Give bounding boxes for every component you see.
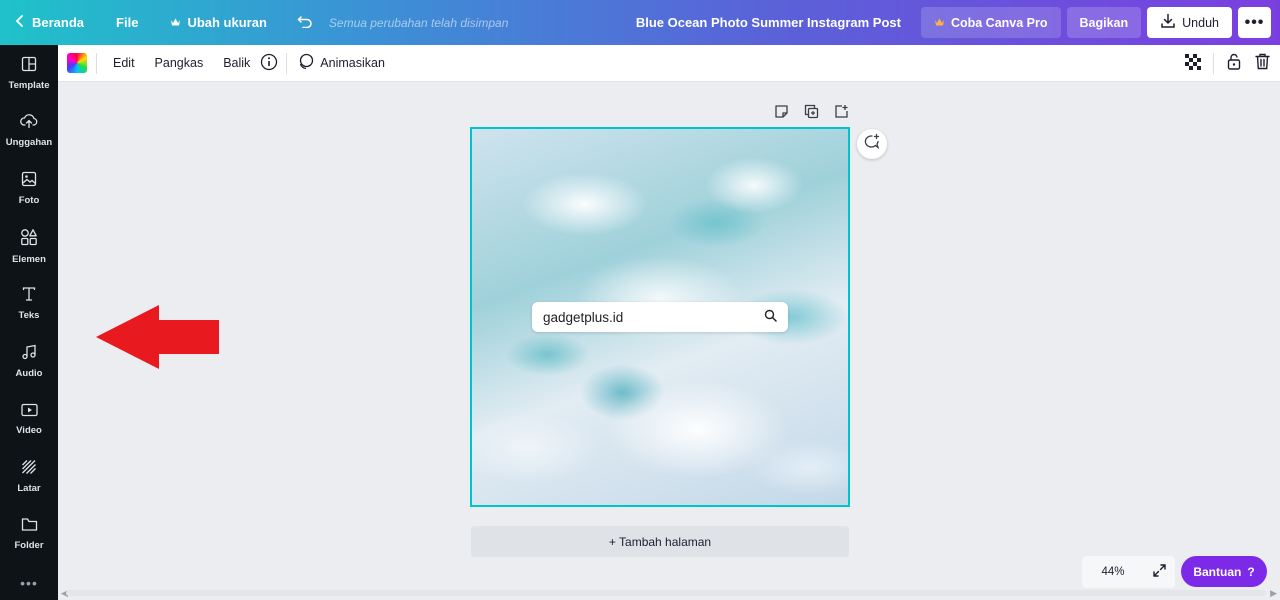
animate-icon [297,53,314,73]
sidebar-item-label: Elemen [12,253,46,265]
music-note-icon [21,344,37,365]
resize-label: Ubah ukuran [187,15,267,30]
file-menu[interactable]: File [94,0,148,45]
duplicate-icon [804,104,819,124]
sidebar-item-label: Foto [18,194,40,206]
edit-label: Edit [113,56,135,70]
search-bar-element[interactable]: gadgetplus.id [532,302,788,332]
color-picker-swatch[interactable] [67,53,87,73]
lock-button[interactable] [1220,45,1248,82]
sidebar-item-uploads[interactable]: Unggahan [0,103,58,157]
info-button[interactable] [260,45,286,82]
sidebar-item-label: Teks [18,309,40,321]
sidebar-item-label: Folder [14,540,44,551]
folder-icon [21,517,38,537]
add-new-page-button[interactable]: + Tambah halaman [471,526,849,557]
transparency-checker-icon [1185,53,1201,73]
sidebar-item-label: Audio [15,367,43,379]
document-title[interactable]: Blue Ocean Photo Summer Instagram Post [636,15,921,30]
sidebar-more-button[interactable]: ••• [0,575,58,591]
more-options-button[interactable]: ••• [1238,7,1271,38]
crop-label: Pangkas [154,56,204,70]
search-text: gadgetplus.id [543,309,624,325]
crop-button[interactable]: Pangkas [145,45,214,82]
animate-button[interactable]: Animasikan [287,45,395,82]
download-icon [1160,13,1176,32]
more-dots-icon: ••• [1244,13,1265,31]
sidebar-item-template[interactable]: Template [0,46,58,100]
zoom-control: 44% [1082,556,1175,588]
download-label: Unduh [1182,15,1219,30]
undo-icon [297,14,313,31]
sidebar-item-audio[interactable]: Audio [0,334,58,388]
try-pro-label: Coba Canva Pro [950,15,1048,30]
try-pro-button[interactable]: Coba Canva Pro [920,7,1061,38]
trash-icon [1254,53,1270,73]
expand-icon [1152,564,1166,580]
sidebar-item-elements[interactable]: Elemen [0,219,58,273]
sidebar-item-photos[interactable]: Foto [0,161,58,215]
info-icon [260,53,278,74]
left-sidebar: Template Unggahan Foto Elemen Teks Audio [0,45,58,600]
note-icon [774,104,789,124]
duplicate-page-button[interactable] [800,104,822,124]
file-label: File [116,15,139,30]
red-arrow-annotation [94,305,220,376]
add-comment-button[interactable] [857,129,887,159]
sidebar-item-video[interactable]: Video [0,392,58,446]
share-label: Bagikan [1079,15,1129,30]
undo-button[interactable] [277,0,323,45]
chevron-left-icon [14,14,26,31]
template-icon [21,56,37,77]
help-button[interactable]: Bantuan ? [1181,556,1267,587]
scroll-right-arrow-icon[interactable]: ▶ [1270,588,1277,599]
flip-button[interactable]: Balik [213,45,260,82]
transparency-button[interactable] [1179,45,1207,82]
top-bar: Beranda File Ubah ukuran Semua perubahan… [0,0,1280,45]
help-label: Bantuan [1193,564,1242,579]
sidebar-item-folder[interactable]: Folder [0,507,58,561]
upload-cloud-icon [20,113,38,134]
share-button[interactable]: Bagikan [1066,7,1142,38]
video-icon [20,403,38,422]
sidebar-item-background[interactable]: Latar [0,449,58,503]
scrollbar-thumb[interactable] [66,590,1266,596]
resize-button[interactable]: Ubah ukuran [148,0,276,45]
home-button[interactable]: Beranda [0,0,94,45]
sidebar-item-label: Latar [17,482,41,494]
horizontal-scrollbar[interactable]: ◀ ▶ [58,586,1280,600]
crown-icon [170,15,181,30]
elements-icon [20,228,38,251]
text-icon [21,286,37,307]
add-page-label: + Tambah halaman [608,534,712,549]
page-note-button[interactable] [770,105,792,123]
download-button[interactable]: Unduh [1147,7,1232,38]
question-mark-icon: ? [1247,564,1255,579]
zoom-level[interactable]: 44% [1082,566,1144,578]
search-icon [764,309,777,325]
page-tools [770,104,852,124]
toolbar-divider [1213,52,1214,74]
add-page-icon [834,104,849,124]
home-label: Beranda [32,15,85,30]
sidebar-item-text[interactable]: Teks [0,276,58,330]
sidebar-item-label: Template [8,79,50,91]
delete-button[interactable] [1248,45,1276,82]
fullscreen-button[interactable] [1144,564,1174,580]
comment-add-icon [863,133,881,156]
sidebar-item-label: Unggahan [5,136,53,148]
add-page-button[interactable] [830,105,852,123]
crown-icon [934,16,945,30]
context-toolbar: Edit Pangkas Balik Animasikan [58,45,1280,82]
animate-label: Animasikan [320,56,385,70]
flip-label: Balik [223,56,251,70]
background-pattern-icon [21,459,37,480]
unlock-icon [1227,53,1241,73]
photo-icon [21,171,37,192]
sidebar-item-label: Video [16,424,42,436]
saved-status: Semua perubahan telah disimpan [328,15,509,30]
edit-image-button[interactable]: Edit [97,45,145,82]
